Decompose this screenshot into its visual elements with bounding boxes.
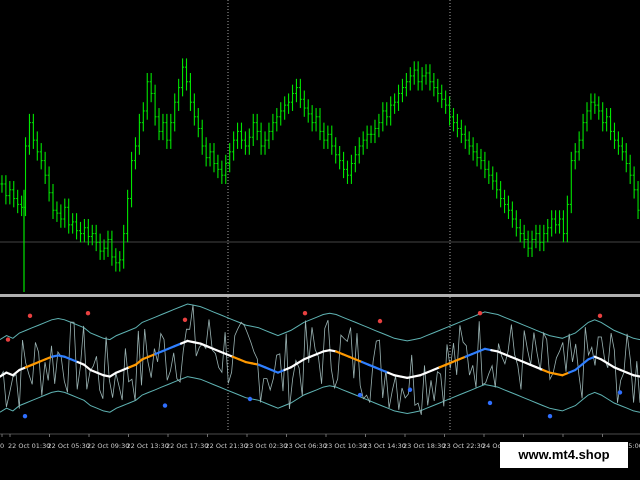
signal-down-marker: [547, 413, 553, 419]
signal-down-marker: [487, 400, 493, 406]
signal-up-marker: [302, 311, 308, 316]
signal-up-marker: [27, 313, 33, 319]
signal-down-marker: [162, 403, 168, 408]
time-tick-label: 22 Oct 05:30: [48, 442, 90, 450]
signal-up-marker: [182, 317, 188, 322]
signal-down-marker: [617, 390, 623, 395]
signal-up-marker: [377, 318, 383, 324]
signal-up-marker: [85, 311, 91, 316]
time-tick-label: 22 Oct 13:30: [127, 442, 169, 450]
signal-down-marker: [247, 396, 253, 402]
trading-chart[interactable]: 0 22 Oct 01:3022 Oct 05:3022 Oct 09:3022 …: [0, 0, 640, 480]
time-tick-label: 22 Oct 17:30: [166, 442, 208, 450]
signal-down-marker: [22, 413, 28, 419]
time-tick-label: 23 Oct 18:30: [403, 442, 445, 450]
watermark: www.mt4.shop: [500, 442, 628, 468]
time-tick-label: 23 Oct 06:30: [285, 442, 327, 450]
time-tick-label: 22 Oct 21:30: [206, 442, 248, 450]
time-tick-label: 23 Oct 10:30: [324, 442, 366, 450]
time-tick-label: 22 Oct 01:30: [8, 442, 50, 450]
time-tick-label: 0: [0, 442, 4, 450]
panel-separator: [0, 294, 640, 297]
signal-up-marker: [597, 313, 603, 319]
signal-down-marker: [357, 392, 363, 398]
time-tick-label: 23 Oct 14:30: [364, 442, 406, 450]
signal-up-marker: [5, 337, 11, 342]
signal-up-marker: [477, 311, 483, 316]
time-tick-label: 22 Oct 09:30: [87, 442, 129, 450]
mid-line-segment: [632, 374, 640, 378]
time-tick-label: 23 Oct 22:30: [443, 442, 485, 450]
time-tick-label: 23 Oct 02:30: [245, 442, 287, 450]
signal-down-marker: [407, 387, 413, 392]
